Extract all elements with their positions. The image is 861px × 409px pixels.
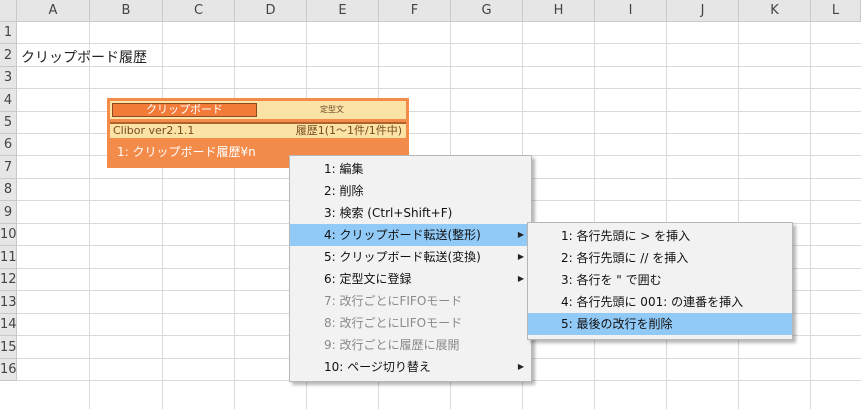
submenu-arrow-icon: ▶ <box>517 274 524 283</box>
grid-line <box>234 22 235 409</box>
column-header-a[interactable]: A <box>17 0 90 22</box>
menu-item-transfer-convert[interactable]: 5: クリップボード転送(変換) ▶ <box>290 246 531 268</box>
menu-item-lifo-mode: 8: 改行ごとにLIFOモード <box>324 316 463 330</box>
submenu-item-insert-numbering[interactable]: 4: 各行先頭に 001: の連番を挿入 <box>528 291 792 313</box>
row-header-8[interactable]: 8 <box>0 179 17 201</box>
format-submenu: 1: 各行先頭に > を挿入 2: 各行先頭に // を挿入 3: 各行を " … <box>527 222 793 340</box>
submenu-item-insert-gt[interactable]: 1: 各行先頭に > を挿入 <box>528 225 792 247</box>
row-header-7[interactable]: 7 <box>0 156 17 179</box>
column-header-l[interactable]: L <box>811 0 861 22</box>
row-header-5[interactable]: 5 <box>0 112 17 134</box>
row-header-1[interactable]: 1 <box>0 22 17 44</box>
submenu-item-wrap-quotes[interactable]: 3: 各行を " で囲む <box>528 269 792 291</box>
grid-line <box>738 22 739 409</box>
submenu-item-insert-slashes[interactable]: 2: 各行先頭に // を挿入 <box>528 247 792 269</box>
menu-item-edit[interactable]: 1: 編集 <box>290 158 531 180</box>
context-menu: 1: 編集 2: 削除 3: 検索 (Ctrl+Shift+F) 4: クリップ… <box>289 155 532 382</box>
menu-item-transfer-format[interactable]: 4: クリップボード転送(整形) ▶ <box>290 224 531 246</box>
column-header-j[interactable]: J <box>667 0 739 22</box>
row-header-3[interactable]: 3 <box>0 67 17 89</box>
row-header-16[interactable]: 16 <box>0 359 17 381</box>
grid-line <box>89 22 90 409</box>
row-header-9[interactable]: 9 <box>0 201 17 224</box>
menu-item-switch-page[interactable]: 10: ページ切り替え ▶ <box>290 356 531 378</box>
clibor-tab-bar: クリップボード 定型文 <box>110 101 406 119</box>
row-header-12[interactable]: 12 <box>0 269 17 291</box>
menu-item-fifo-mode: 7: 改行ごとにFIFOモード <box>324 294 463 308</box>
menu-item-label: 4: クリップボード転送(整形) <box>324 228 481 242</box>
column-header-e[interactable]: E <box>307 0 379 22</box>
row-header-14[interactable]: 14 <box>0 314 17 336</box>
row-header-15[interactable]: 15 <box>0 336 17 359</box>
version-label: Clibor ver2.1.1 <box>113 124 195 137</box>
column-header-g[interactable]: G <box>451 0 523 22</box>
row-header-13[interactable]: 13 <box>0 291 17 314</box>
row-header-2[interactable]: 2 <box>0 44 17 67</box>
column-header-h[interactable]: H <box>523 0 595 22</box>
menu-item-label: 6: 定型文に登録 <box>324 272 412 286</box>
tab-template[interactable]: 定型文 <box>260 103 404 117</box>
submenu-arrow-icon: ▶ <box>517 362 524 371</box>
clibor-status-bar: Clibor ver2.1.1 履歴1(1～1件/1件中) <box>110 122 406 138</box>
row-header-4[interactable]: 4 <box>0 89 17 112</box>
menu-item-label: 10: ページ切り替え <box>324 360 431 374</box>
grid-line <box>17 43 861 44</box>
menu-item-search[interactable]: 3: 検索 (Ctrl+Shift+F) <box>290 202 531 224</box>
grid-line <box>666 22 667 409</box>
grid-line <box>17 88 861 89</box>
submenu-item-remove-last-newline[interactable]: 5: 最後の改行を削除 <box>528 313 792 335</box>
menu-item-delete[interactable]: 2: 削除 <box>290 180 531 202</box>
grid-line <box>594 22 595 409</box>
column-header-f[interactable]: F <box>379 0 451 22</box>
column-header-k[interactable]: K <box>739 0 811 22</box>
cell-a2[interactable]: クリップボード履歴 <box>21 47 147 67</box>
select-all-corner[interactable] <box>0 0 17 22</box>
grid-line <box>162 22 163 409</box>
submenu-arrow-icon: ▶ <box>517 230 524 239</box>
grid-line <box>810 22 811 409</box>
submenu-arrow-icon: ▶ <box>517 252 524 261</box>
column-header-b[interactable]: B <box>90 0 163 22</box>
history-item[interactable]: 1: クリップボード履歴¥n <box>117 143 256 160</box>
menu-item-label: 5: クリップボード転送(変換) <box>324 250 481 264</box>
row-header-11[interactable]: 11 <box>0 246 17 269</box>
menu-item-expand-history: 9: 改行ごとに履歴に展開 <box>324 338 460 352</box>
menu-item-register-template[interactable]: 6: 定型文に登録 ▶ <box>290 268 531 290</box>
row-header-10[interactable]: 10 <box>0 224 17 246</box>
column-header-c[interactable]: C <box>163 0 235 22</box>
column-header-d[interactable]: D <box>235 0 307 22</box>
row-header-6[interactable]: 6 <box>0 134 17 156</box>
history-count: 履歴1(1～1件/1件中) <box>295 124 402 137</box>
column-header-i[interactable]: I <box>595 0 667 22</box>
tab-clipboard[interactable]: クリップボード <box>112 103 257 117</box>
